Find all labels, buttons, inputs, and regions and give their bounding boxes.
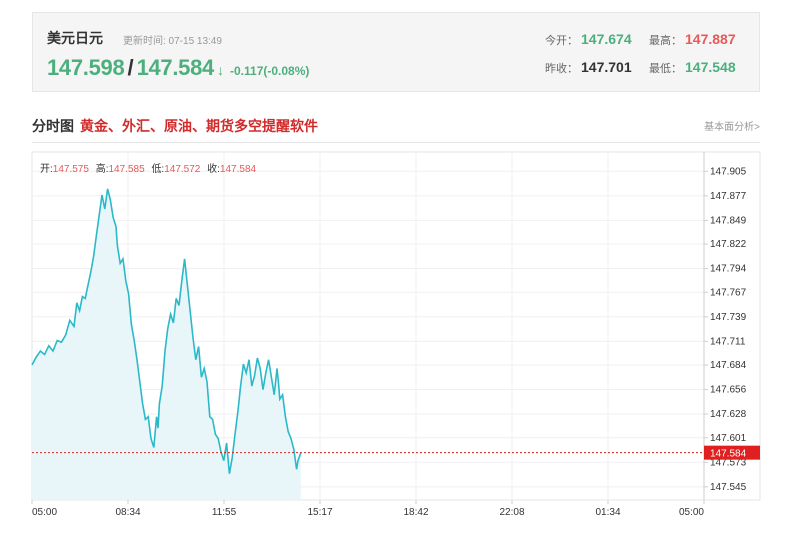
- ohlc-close-value: 147.584: [220, 164, 257, 175]
- x-tick-label: 15:17: [307, 507, 332, 518]
- x-axis: 05:00 08:34 11:55 15:17 18:42 22:08 01:34 05:00: [31, 500, 705, 518]
- ohlc-readout: 开:147.575 高:147.585 低:147.572 收:147.584: [40, 162, 257, 175]
- y-tick-label: 147.822: [710, 239, 747, 250]
- y-tick-label: 147.656: [710, 385, 747, 396]
- y-tick-label: 147.905: [710, 166, 747, 177]
- ohlc-high-label: 高:: [96, 162, 109, 175]
- x-tick-label: 05:00: [679, 507, 704, 518]
- ohlc-open-label: 开:: [40, 164, 53, 175]
- y-tick-label: 147.711: [710, 336, 746, 347]
- ohlc-low-label: 低:: [151, 162, 164, 175]
- ohlc-open-value: 147.575: [53, 164, 90, 175]
- intraday-chart[interactable]: 147.905 147.877 147.849 147.822 147.794 147.7…: [0, 0, 800, 546]
- x-tick-label: 08:34: [115, 507, 140, 518]
- y-tick-label: 147.877: [710, 191, 747, 202]
- ohlc-close-label: 收:: [207, 162, 220, 175]
- x-tick-label: 22:08: [499, 507, 524, 518]
- y-tick-label: 147.767: [710, 287, 747, 298]
- y-tick-label: 147.601: [710, 433, 747, 444]
- y-tick-label: 147.794: [710, 264, 747, 275]
- y-tick-label: 147.739: [710, 312, 747, 323]
- y-tick-label: 147.849: [710, 215, 747, 226]
- y-tick-label: 147.684: [710, 360, 747, 371]
- ohlc-high-value: 147.585: [109, 164, 146, 175]
- y-tick-label: 147.628: [710, 409, 747, 420]
- current-price-label: 147.584: [710, 449, 747, 460]
- x-tick-label: 18:42: [403, 507, 428, 518]
- x-tick-label: 11:55: [212, 507, 237, 518]
- x-tick-label: 05:00: [32, 507, 57, 518]
- x-tick-label: 01:34: [595, 507, 620, 518]
- ohlc-low-value: 147.572: [164, 164, 201, 175]
- y-tick-label: 147.545: [710, 482, 747, 493]
